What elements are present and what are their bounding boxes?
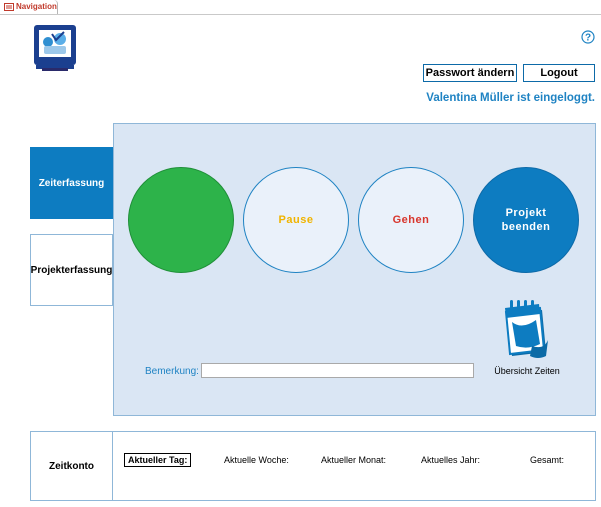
remark-label: Bemerkung: <box>145 366 199 377</box>
logo-icon <box>34 25 76 71</box>
end-project-button[interactable]: Projekt beenden <box>473 167 579 273</box>
tab-strip: Navigation <box>0 0 601 15</box>
leave-button[interactable]: Gehen <box>358 167 464 273</box>
end-project-label-line1: Projekt <box>505 207 547 219</box>
current-day-button[interactable]: Aktueller Tag: <box>124 453 192 467</box>
form-icon <box>4 3 14 11</box>
end-project-label-line2: beenden <box>501 221 551 233</box>
start-button[interactable] <box>128 167 234 273</box>
logout-button[interactable]: Logout <box>523 64 595 82</box>
logged-in-status: Valentina Müller ist eingeloggt. <box>426 92 595 104</box>
calendar-icon[interactable] <box>502 300 552 362</box>
change-password-button[interactable]: Passwort ändern <box>423 64 517 82</box>
help-icon[interactable]: ? <box>581 30 595 44</box>
current-year-label: Aktuelles Jahr: <box>421 455 481 465</box>
current-month-label: Aktueller Monat: <box>321 455 387 465</box>
remark-input[interactable] <box>201 363 474 378</box>
end-project-label: Projekt beenden <box>502 206 551 234</box>
nav-item-projekterfassung[interactable]: Projekterfassung <box>30 234 113 306</box>
time-tracking-panel: Pause Gehen Projekt beenden Übersicht Ze… <box>113 123 596 416</box>
nav-item-label: Projekterfassung <box>30 264 113 276</box>
current-week-label: Aktuelle Woche: <box>224 455 289 465</box>
zeitkonto-title-text: Zeitkonto <box>49 460 94 472</box>
tab-label: Navigation <box>16 2 57 11</box>
zeitkonto-panel: Aktueller Tag: Aktuelle Woche: Aktueller… <box>113 431 596 501</box>
total-label: Gesamt: <box>530 455 565 465</box>
zeitkonto-title: Zeitkonto <box>30 431 113 501</box>
tab-navigation[interactable]: Navigation <box>0 0 58 14</box>
overview-times-label[interactable]: Übersicht Zeiten <box>488 366 566 376</box>
svg-text:?: ? <box>585 33 591 44</box>
nav-item-zeiterfassung[interactable]: Zeiterfassung <box>30 147 113 219</box>
pause-button[interactable]: Pause <box>243 167 349 273</box>
nav-item-label: Zeiterfassung <box>38 177 105 189</box>
